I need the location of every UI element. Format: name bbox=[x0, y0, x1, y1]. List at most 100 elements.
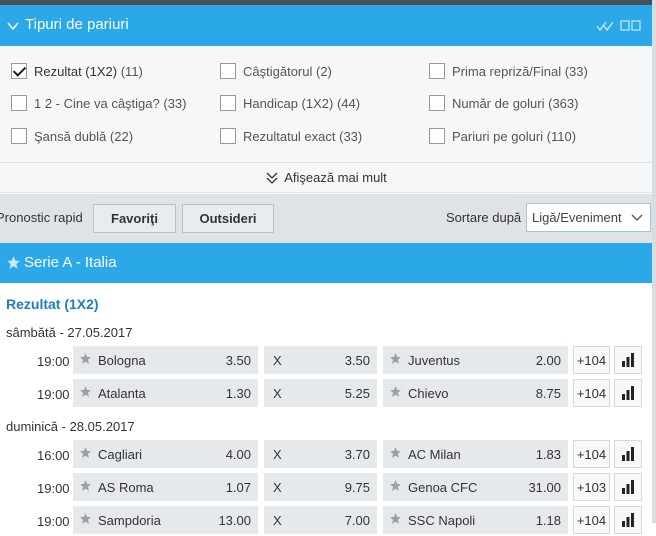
league-header[interactable]: Serie A - Italia bbox=[0, 243, 652, 283]
fold-icon[interactable] bbox=[596, 20, 616, 32]
show-more-label: Afişează mai mult bbox=[284, 170, 387, 185]
sort-label: Sortare după bbox=[446, 210, 522, 225]
league-name: Serie A - Italia bbox=[24, 254, 117, 271]
more-markets-button[interactable]: +103 bbox=[573, 473, 610, 501]
more-markets-button[interactable]: +104 bbox=[573, 506, 610, 534]
bet-type-item[interactable]: Handicap (1X2) (44) bbox=[220, 93, 360, 113]
header-tools bbox=[596, 19, 642, 33]
bet-type-label: Rezultatul exact bbox=[243, 128, 336, 144]
more-markets-button[interactable]: +104 bbox=[573, 440, 610, 468]
favorites-button[interactable]: Favoriţi bbox=[93, 204, 176, 233]
stats-button[interactable] bbox=[614, 440, 642, 468]
away-odd-button[interactable]: Genoa CFC 31.00 bbox=[383, 473, 568, 501]
scrollbar-track[interactable] bbox=[652, 0, 656, 523]
bet-type-item[interactable]: Prima repriză/Final (33) bbox=[429, 61, 588, 81]
draw-label: X bbox=[273, 385, 282, 401]
bet-type-item[interactable]: Câştigătorul (2) bbox=[220, 61, 332, 81]
away-team: Chievo bbox=[408, 385, 449, 401]
chevron-down-icon[interactable] bbox=[6, 19, 20, 33]
chevron-down-icon bbox=[631, 214, 643, 221]
bet-type-item[interactable]: 1 2 - Cine va câştiga? (33) bbox=[11, 93, 186, 113]
stats-button[interactable] bbox=[614, 346, 642, 374]
draw-odd-button[interactable]: X 3.70 bbox=[264, 440, 377, 468]
bet-type-item[interactable]: Rezultatul exact (33) bbox=[220, 126, 362, 146]
stats-button[interactable] bbox=[614, 379, 642, 407]
away-odd: 1.18 bbox=[535, 512, 561, 528]
more-markets-button[interactable]: +104 bbox=[573, 379, 610, 407]
checkbox-icon[interactable] bbox=[429, 128, 445, 144]
checkbox-icon[interactable] bbox=[220, 128, 236, 144]
star-icon[interactable] bbox=[79, 352, 92, 368]
star-icon[interactable] bbox=[389, 352, 402, 368]
away-odd-button[interactable]: AC Milan 1.83 bbox=[383, 440, 568, 468]
layout-icon[interactable] bbox=[620, 20, 642, 32]
quick-pick-toolbar: Pronostic rapid Favoriţi Outsideri Sorta… bbox=[0, 194, 652, 243]
stats-icon bbox=[621, 447, 635, 461]
star-icon[interactable] bbox=[389, 385, 402, 401]
draw-odd-button[interactable]: X 5.25 bbox=[264, 379, 377, 407]
away-odd: 31.00 bbox=[528, 479, 561, 495]
bet-types-header[interactable]: Tipuri de pariuri bbox=[0, 5, 652, 46]
match-time: 19:00 bbox=[37, 387, 70, 402]
stats-button[interactable] bbox=[614, 506, 642, 534]
bet-type-item[interactable]: Şansă dublă (22) bbox=[11, 126, 133, 146]
home-odd-button[interactable]: AS Roma 1.07 bbox=[73, 473, 258, 501]
star-icon[interactable] bbox=[79, 385, 92, 401]
away-odd: 2.00 bbox=[535, 352, 561, 368]
star-icon[interactable] bbox=[389, 479, 402, 495]
match-time: 19:00 bbox=[37, 481, 70, 496]
home-odd-button[interactable]: Atalanta 1.30 bbox=[73, 379, 258, 407]
home-odd-button[interactable]: Sampdoria 13.00 bbox=[73, 506, 258, 534]
away-odd: 8.75 bbox=[535, 385, 561, 401]
bet-type-count: (2) bbox=[316, 63, 332, 79]
stats-icon bbox=[621, 386, 635, 400]
home-odd-button[interactable]: Bologna 3.50 bbox=[73, 346, 258, 374]
checkbox-icon[interactable] bbox=[11, 128, 27, 144]
show-more-button[interactable]: Afişează mai mult bbox=[0, 163, 652, 193]
match-row: 19:00 AS Roma 1.07 X 9.75 Genoa CFC 31.00 +103 bbox=[0, 473, 652, 503]
checkbox-icon[interactable] bbox=[220, 95, 236, 111]
checkbox-icon[interactable] bbox=[429, 63, 445, 79]
away-odd-button[interactable]: Juventus 2.00 bbox=[383, 346, 568, 374]
away-team: Genoa CFC bbox=[408, 479, 478, 495]
checkbox-icon[interactable] bbox=[220, 63, 236, 79]
star-icon[interactable] bbox=[79, 479, 92, 495]
draw-odd-button[interactable]: X 3.50 bbox=[264, 346, 377, 374]
outsiders-button[interactable]: Outsideri bbox=[182, 204, 274, 233]
match-time: 16:00 bbox=[37, 448, 70, 463]
bet-type-item[interactable]: Număr de goluri (363) bbox=[429, 93, 578, 113]
checkbox-icon[interactable] bbox=[11, 63, 27, 79]
bet-type-item[interactable]: Rezultat (1X2) (11) bbox=[11, 61, 143, 81]
star-icon[interactable] bbox=[389, 512, 402, 528]
home-odd: 3.50 bbox=[225, 352, 251, 368]
home-odd: 1.07 bbox=[225, 479, 251, 495]
sort-select[interactable]: Ligă/Eveniment bbox=[526, 203, 651, 232]
home-team: Bologna bbox=[98, 352, 146, 368]
checkbox-icon[interactable] bbox=[11, 95, 27, 111]
double-chevron-down-icon bbox=[266, 172, 278, 184]
away-team: SSC Napoli bbox=[408, 512, 476, 528]
bet-type-label: Câştigătorul bbox=[243, 63, 313, 79]
draw-odd-button[interactable]: X 9.75 bbox=[264, 473, 377, 501]
away-team: Juventus bbox=[408, 352, 461, 368]
star-icon[interactable] bbox=[79, 446, 92, 462]
home-odd: 4.00 bbox=[225, 446, 251, 462]
away-odd-button[interactable]: Chievo 8.75 bbox=[383, 379, 568, 407]
market-title: Rezultat (1X2) bbox=[6, 296, 99, 312]
star-icon[interactable] bbox=[79, 512, 92, 528]
home-odd-button[interactable]: Cagliari 4.00 bbox=[73, 440, 258, 468]
draw-odd: 3.50 bbox=[344, 352, 370, 368]
bet-type-label: Handicap (1X2) bbox=[243, 95, 334, 111]
more-markets-button[interactable]: +104 bbox=[573, 346, 610, 374]
bet-type-count: (363) bbox=[548, 95, 579, 111]
draw-odd-button[interactable]: X 7.00 bbox=[264, 506, 377, 534]
bet-type-count: (22) bbox=[109, 128, 134, 144]
bet-type-count: (11) bbox=[120, 63, 143, 79]
checkbox-icon[interactable] bbox=[429, 95, 445, 111]
away-odd-button[interactable]: SSC Napoli 1.18 bbox=[383, 506, 568, 534]
bet-type-item[interactable]: Pariuri pe goluri (110) bbox=[429, 126, 576, 146]
stats-button[interactable] bbox=[614, 473, 642, 501]
star-icon[interactable] bbox=[6, 255, 21, 270]
star-icon[interactable] bbox=[389, 446, 402, 462]
stats-icon bbox=[621, 353, 635, 367]
